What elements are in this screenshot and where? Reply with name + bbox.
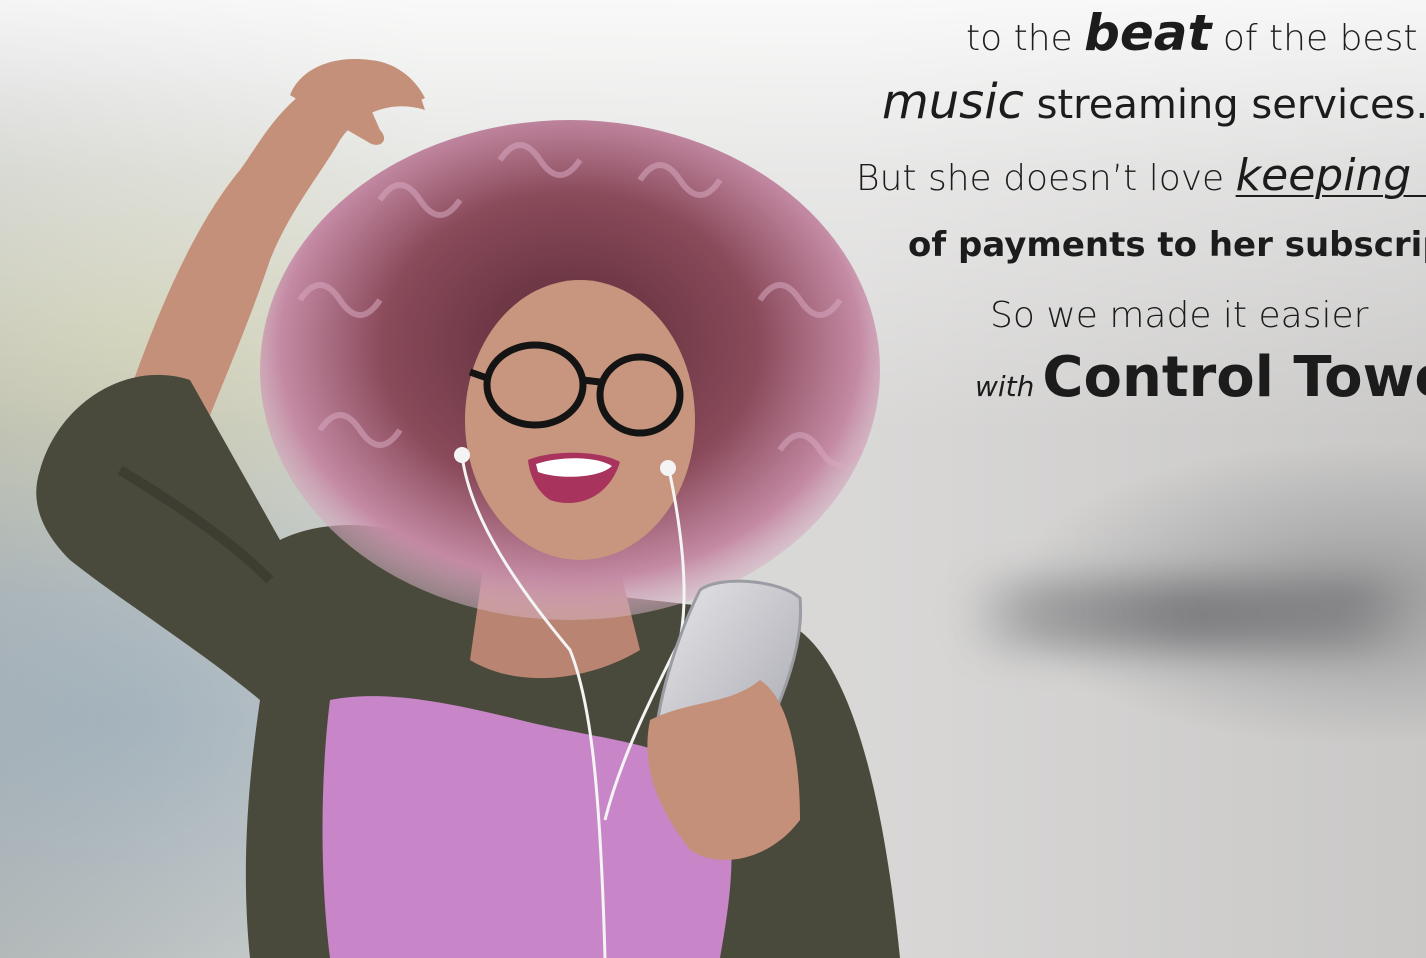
headline-line-3: But she doesn’t love keeping t bbox=[856, 154, 1426, 198]
headline-line-2: music streaming services. bbox=[882, 78, 1426, 126]
face bbox=[465, 280, 695, 560]
hero-banner: to the beat of the best music streaming … bbox=[0, 0, 1426, 958]
line-6-small: with bbox=[975, 370, 1035, 403]
line-3-emphasis: keeping t bbox=[1235, 150, 1426, 201]
headline-line-6: with Control Towe bbox=[975, 350, 1426, 406]
line-1-suffix: of the best bbox=[1211, 18, 1418, 59]
wall-shadow bbox=[960, 580, 1420, 650]
headline-line-5: So we made it easier bbox=[990, 295, 1369, 336]
line-2-emphasis: music bbox=[882, 74, 1024, 130]
line-3-prefix: But she doesn’t love bbox=[856, 158, 1236, 199]
earbud-left bbox=[454, 447, 470, 463]
woman-with-phone-illustration bbox=[36, 59, 900, 958]
earbud-right bbox=[660, 460, 676, 476]
line-1-emphasis: beat bbox=[1084, 4, 1212, 62]
brand-name: Control Towe bbox=[1042, 345, 1426, 410]
line-2-suffix: streaming services. bbox=[1023, 82, 1426, 128]
headline-line-4: of payments to her subscrip bbox=[908, 225, 1426, 265]
headline-line-1: to the beat of the best bbox=[966, 8, 1417, 58]
line-1-prefix: to the bbox=[966, 18, 1085, 59]
